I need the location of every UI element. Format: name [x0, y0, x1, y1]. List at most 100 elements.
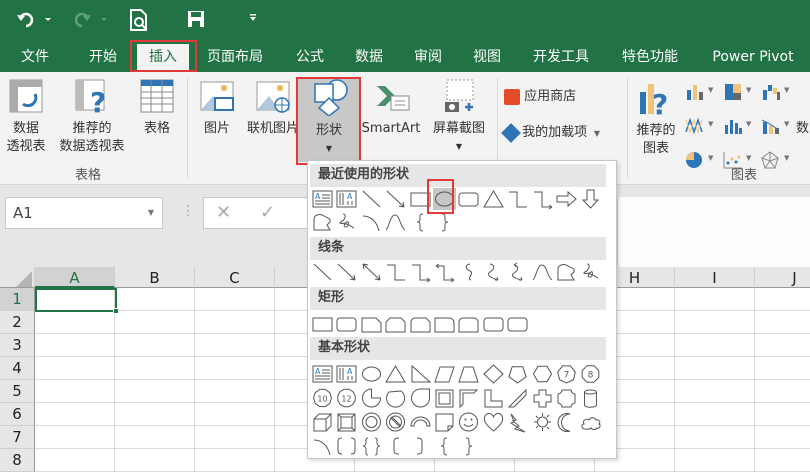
shape-roundrect-button[interactable] — [335, 313, 358, 335]
shape-ellipse-button[interactable] — [360, 363, 383, 385]
recommended-pivot-button[interactable]: ? 推荐的 数据透视表 — [52, 78, 132, 156]
cell-A6[interactable] — [35, 403, 115, 426]
tab-view[interactable]: 视图 — [473, 44, 501, 72]
shape-curve-button[interactable] — [531, 261, 554, 283]
chevron-down-icon[interactable]: ▼ — [148, 198, 154, 228]
cell-C1[interactable] — [195, 288, 275, 311]
statistic-chart-button[interactable]: ▼ — [722, 116, 751, 136]
shape-arc-button[interactable] — [311, 435, 334, 457]
recommended-charts-button[interactable]: ? 推荐的 图表 — [630, 78, 682, 158]
shape-bracepair-button[interactable] — [360, 435, 383, 457]
cell-I6[interactable] — [675, 403, 755, 426]
shape-roundrect-button[interactable] — [482, 313, 505, 335]
shape-rightarrow-button[interactable] — [555, 188, 578, 210]
shape-rbracket-button[interactable] — [409, 435, 432, 457]
cell-I1[interactable] — [675, 288, 755, 311]
shape-rbrace-button[interactable] — [457, 435, 480, 457]
shape-round2-button[interactable] — [457, 313, 480, 335]
cell-B4[interactable] — [115, 357, 195, 380]
shape-dblarrow-button[interactable] — [360, 261, 383, 283]
pie-chart-button[interactable]: ▼ — [684, 150, 713, 170]
cell-J8[interactable] — [755, 449, 810, 472]
shape-trapezoid-button[interactable] — [457, 363, 480, 385]
cell-A4[interactable] — [35, 357, 115, 380]
shape-curved-button[interactable] — [457, 261, 480, 283]
pictures-button[interactable]: 图片 — [196, 78, 238, 138]
shape-freeform-button[interactable] — [555, 261, 578, 283]
shape-lbrace-button[interactable] — [433, 435, 456, 457]
shape-heptagon-button[interactable]: 7 — [555, 363, 578, 385]
shape-octagon-button[interactable]: 8 — [579, 363, 602, 385]
shape-can-button[interactable] — [579, 387, 602, 409]
pivot-table-button[interactable]: 数据 透视表 — [2, 78, 50, 156]
shape-curveddbl-button[interactable] — [506, 261, 529, 283]
tab-review[interactable]: 审阅 — [414, 44, 442, 72]
shape-elbow-button[interactable] — [506, 188, 529, 210]
save-icon[interactable] — [186, 9, 206, 29]
cell-B3[interactable] — [115, 334, 195, 357]
shape-freeform-button[interactable] — [311, 211, 334, 233]
shape-round1-button[interactable] — [433, 313, 456, 335]
shape-smiley-button[interactable] — [457, 411, 480, 433]
shape-nosymbol-button[interactable] — [384, 411, 407, 433]
tab-data[interactable]: 数据 — [355, 44, 383, 72]
cell-J5[interactable] — [755, 380, 810, 403]
row-header-5[interactable]: 5 — [0, 380, 35, 403]
redo-icon[interactable] — [72, 10, 112, 30]
cell-A5[interactable] — [35, 380, 115, 403]
hierarchy-chart-button[interactable]: ▼ — [722, 82, 751, 102]
row-header-2[interactable]: 2 — [0, 311, 35, 334]
shape-lbracket-button[interactable] — [384, 435, 407, 457]
shape-lbrace-button[interactable] — [409, 211, 432, 233]
select-all-corner[interactable] — [0, 267, 35, 288]
cell-B5[interactable] — [115, 380, 195, 403]
shape-heart-button[interactable] — [482, 411, 505, 433]
shape-downarrow-button[interactable] — [579, 188, 602, 210]
shape-elbowarrow-button[interactable] — [531, 188, 554, 210]
shape-parallelogram-button[interactable] — [433, 363, 456, 385]
shape-decagon-button[interactable]: 10 — [311, 387, 334, 409]
name-box[interactable]: A1 ▼ — [5, 197, 163, 229]
shapes-button[interactable]: 形状 ▼ — [298, 78, 360, 162]
tab-special[interactable]: 特色功能 — [622, 44, 678, 72]
store-button[interactable]: 应用商店 — [504, 88, 576, 106]
shape-arrow-button[interactable] — [335, 261, 358, 283]
shape-halfframe-button[interactable] — [457, 387, 480, 409]
screenshot-button[interactable]: 屏幕截图 ▼ — [427, 78, 491, 156]
column-header-J[interactable]: J — [755, 267, 810, 288]
print-preview-icon[interactable] — [128, 8, 150, 32]
waterfall-chart-button[interactable]: ▼ — [760, 82, 789, 102]
row-header-1[interactable]: 1 — [0, 288, 35, 311]
shape-plaque-button[interactable] — [555, 387, 578, 409]
fill-handle[interactable] — [113, 308, 119, 314]
shape-foldedcorner-button[interactable] — [433, 411, 456, 433]
column-header-C[interactable]: C — [195, 267, 275, 288]
cell-C5[interactable] — [195, 380, 275, 403]
cell-C3[interactable] — [195, 334, 275, 357]
cell-C4[interactable] — [195, 357, 275, 380]
cell-I4[interactable] — [675, 357, 755, 380]
my-addins-button[interactable]: 我的加载项 ▼ — [501, 122, 600, 143]
cell-J7[interactable] — [755, 426, 810, 449]
cell-J6[interactable] — [755, 403, 810, 426]
row-header-6[interactable]: 6 — [0, 403, 35, 426]
combo-chart-button[interactable]: ▼ — [760, 116, 789, 136]
shape-rtriangle-button[interactable] — [409, 363, 432, 385]
tab-insert[interactable]: 插入 — [137, 44, 189, 72]
shape-curvedarrow-button[interactable] — [482, 261, 505, 283]
shape-moon-button[interactable] — [555, 411, 578, 433]
shape-hexagon-button[interactable] — [531, 363, 554, 385]
shape-elbowdbl-button[interactable] — [433, 261, 456, 283]
tab-formulas[interactable]: 公式 — [296, 44, 324, 72]
shape-scribble-button[interactable] — [335, 211, 358, 233]
shape-rect-button[interactable] — [409, 188, 432, 210]
cell-J2[interactable] — [755, 311, 810, 334]
column-header-A[interactable]: A — [35, 267, 115, 288]
shape-line-button[interactable] — [311, 261, 334, 283]
column-header-I[interactable]: I — [675, 267, 755, 288]
shape-arc-button[interactable] — [360, 211, 383, 233]
shape-dodecagon-button[interactable]: 12 — [335, 387, 358, 409]
cell-B6[interactable] — [115, 403, 195, 426]
tab-page-layout[interactable]: 页面布局 — [207, 44, 263, 72]
shape-roundrect-button[interactable] — [506, 313, 529, 335]
